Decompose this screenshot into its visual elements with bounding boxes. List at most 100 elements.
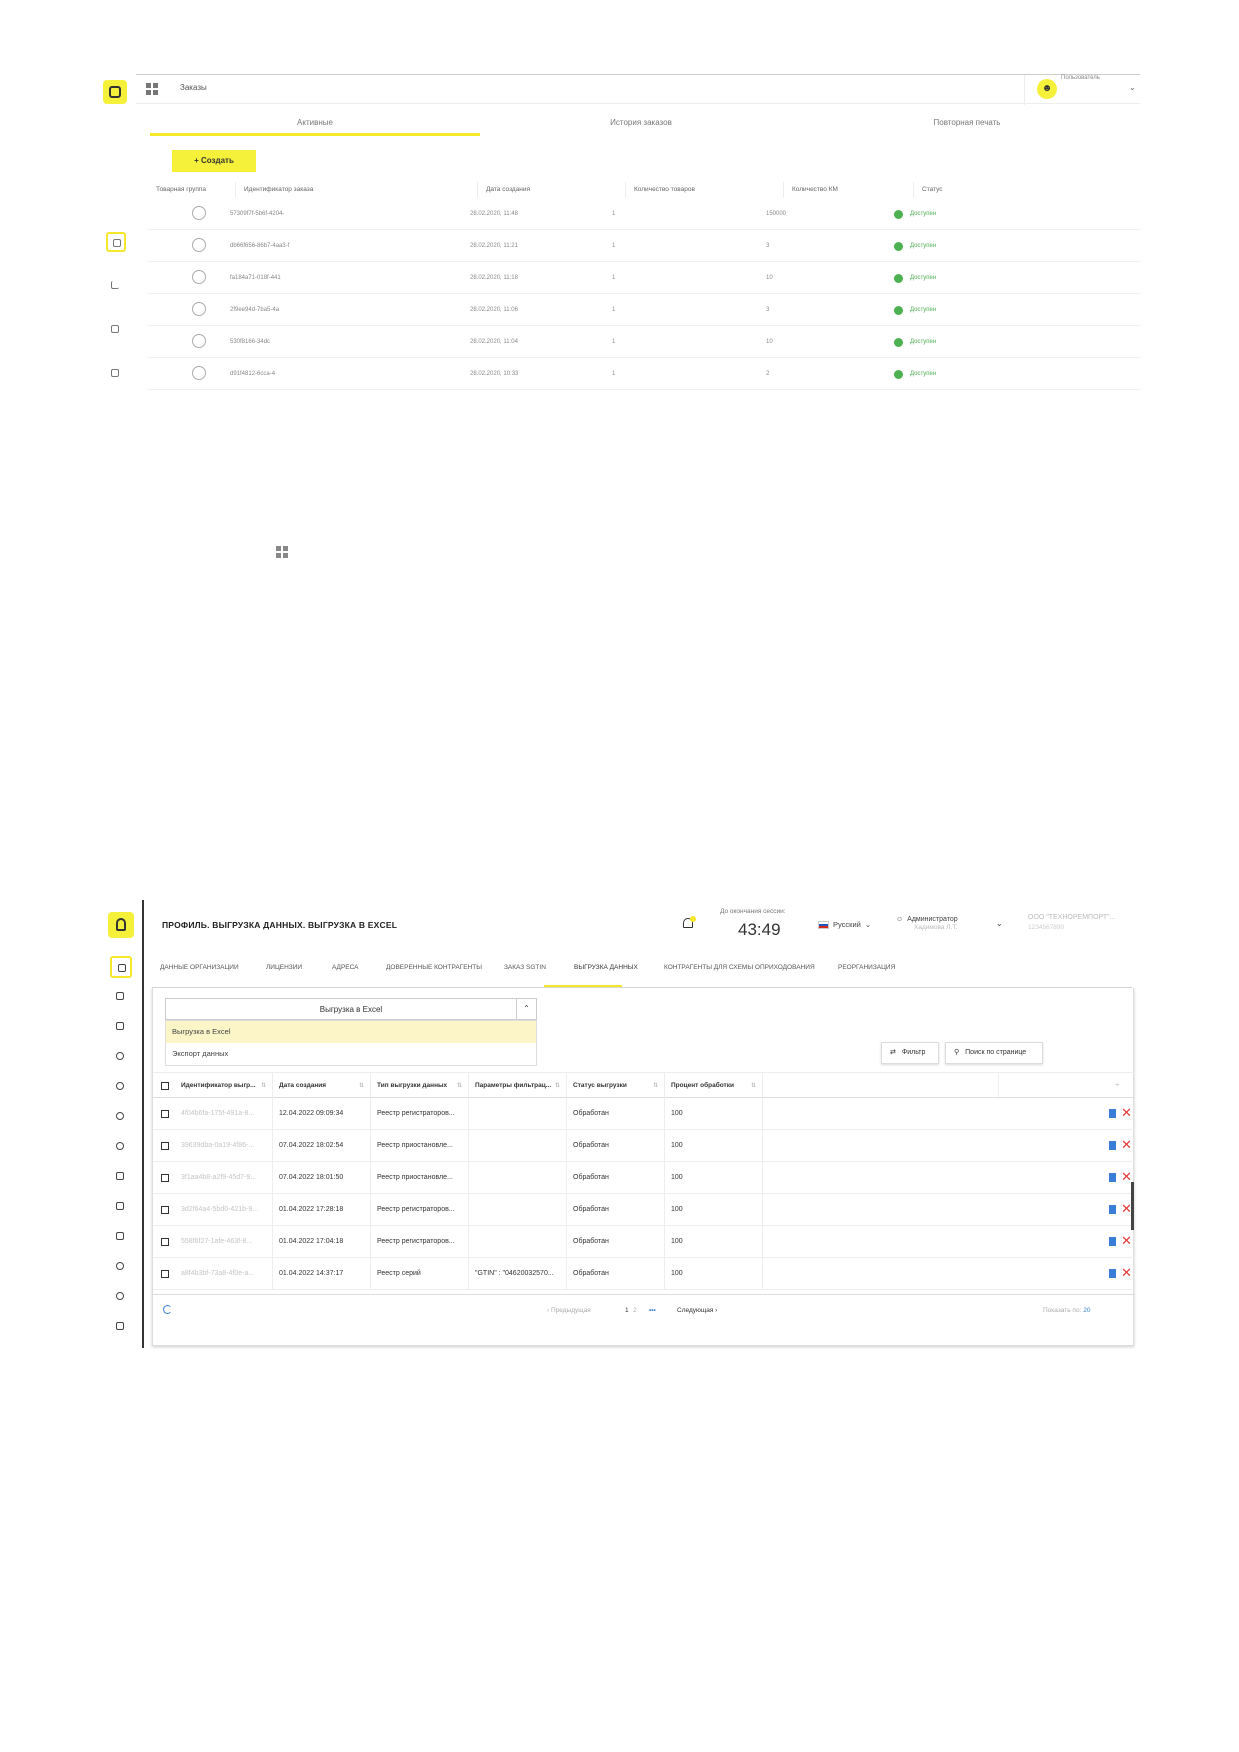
language-select[interactable]: Русский ⌄ [818, 920, 871, 929]
column-header[interactable]: Тип выгрузки данных ⇅ [371, 1073, 469, 1099]
table-row[interactable]: 530f8166-34dc 28.02.2020, 11:04 1 10 Дос… [148, 326, 1140, 358]
table-row[interactable]: fa184a71-018f-441 28.02.2020, 11:18 1 10… [148, 262, 1140, 294]
tab-trusted-partners[interactable]: ДОВЕРЕННЫЕ КОНТРАГЕНТЫ [386, 964, 482, 971]
column-header[interactable]: Идентификатор выгр... ⇅ [175, 1073, 273, 1099]
column-header[interactable]: Параметры фильтрац... ⇅ [469, 1073, 567, 1099]
tab-addresses[interactable]: АДРЕСА [332, 964, 359, 971]
refresh-icon[interactable] [163, 1305, 172, 1314]
apps-grid-icon[interactable] [146, 83, 158, 95]
create-button[interactable]: + Создать [172, 150, 256, 172]
select-all-checkbox[interactable] [161, 1082, 169, 1090]
column-header[interactable]: Статус [914, 182, 1140, 198]
bell-icon[interactable] [680, 916, 696, 932]
document-icon[interactable] [110, 1166, 132, 1188]
link-icon[interactable] [110, 1076, 132, 1098]
delete-icon[interactable]: ✕ [1121, 1232, 1132, 1250]
package-icon[interactable] [110, 1016, 132, 1038]
delete-icon[interactable]: ✕ [1121, 1136, 1132, 1154]
pills-icon[interactable] [110, 1046, 132, 1068]
column-header[interactable]: Идентификатор заказа [236, 182, 478, 198]
calendar-icon[interactable] [110, 1226, 132, 1248]
gear-icon[interactable] [110, 1286, 132, 1308]
filter-button[interactable]: ⇄ Фильтр [881, 1042, 939, 1064]
user-menu[interactable]: ☻ Пользователь ⌄ [1024, 75, 1140, 105]
nav-grid-icon[interactable] [106, 364, 126, 384]
product-group-icon [192, 302, 206, 316]
sort-icon: ⇅ [554, 1083, 560, 1089]
download-file-icon[interactable] [1109, 1205, 1116, 1214]
column-header[interactable]: Дата создания [478, 182, 626, 198]
download-file-icon[interactable] [1109, 1269, 1116, 1278]
row-checkbox[interactable] [161, 1270, 169, 1278]
page-next-number[interactable]: 2 [633, 1295, 637, 1327]
nav-chart-icon[interactable] [106, 276, 126, 296]
next-page-button[interactable]: Следующая › [677, 1295, 717, 1327]
column-header[interactable]: Статус выгрузки ⇅ [567, 1073, 665, 1099]
row-checkbox[interactable] [161, 1174, 169, 1182]
prev-page-button[interactable]: ‹ Предыдущая [547, 1295, 591, 1327]
download-file-icon[interactable] [1109, 1141, 1116, 1150]
user-icon[interactable] [110, 1136, 132, 1158]
export-type: Реестр регистраторов... [371, 1226, 469, 1258]
grid-icon[interactable] [110, 1196, 132, 1218]
table-row[interactable]: 3d2f64a4-5bd0-421b-9... 01.04.2022 17:28… [153, 1194, 1135, 1226]
table-row[interactable]: d91f4812-6cca-4 28.02.2020, 10:33 1 2 До… [148, 358, 1140, 390]
home-icon[interactable] [110, 956, 132, 978]
export-type: Реестр приостановле... [371, 1162, 469, 1194]
nav-list-icon[interactable] [106, 320, 126, 340]
column-header[interactable]: Количество КМ [784, 182, 914, 198]
more-pages-icon[interactable]: ••• [649, 1295, 656, 1327]
row-checkbox[interactable] [161, 1110, 169, 1118]
sort-icon: ⇅ [358, 1083, 364, 1089]
download-file-icon[interactable] [1109, 1109, 1116, 1118]
table-row[interactable]: 3f1aa4b8-a2f9-45d7-9... 07.04.2022 18:01… [153, 1162, 1135, 1194]
row-checkbox[interactable] [161, 1238, 169, 1246]
table-row[interactable]: 2f9ee94d-7ba5-4a 28.02.2020, 11:06 1 3 Д… [148, 294, 1140, 326]
chevron-up-icon[interactable]: ⌃ [516, 999, 536, 1019]
logo-icon[interactable] [108, 912, 134, 938]
check-circle-icon [894, 338, 903, 347]
table-row[interactable]: a8f4b3bf-73a8-4f0e-a... 01.04.2022 14:37… [153, 1258, 1135, 1290]
chevron-down-icon[interactable]: ⌄ [996, 919, 1003, 928]
column-header[interactable]: Процент обработки ⇅ [665, 1073, 763, 1099]
download-file-icon[interactable] [1109, 1173, 1116, 1182]
table-scrollbar[interactable] [1131, 1182, 1134, 1230]
tab-history[interactable]: История заказов [476, 116, 806, 136]
tab-org-data[interactable]: ДАННЫЕ ОРГАНИЗАЦИИ [160, 964, 239, 971]
table-row[interactable]: 39639dba-0a19-4f86-... 07.04.2022 18:02:… [153, 1130, 1135, 1162]
settings-box-icon[interactable] [110, 1316, 132, 1338]
user-menu[interactable]: ☺ Администратор [896, 916, 958, 923]
tab-sgtin-order[interactable]: ЗАКАЗ SGTIN [504, 964, 546, 971]
row-checkbox[interactable] [161, 1142, 169, 1150]
process-percent: 100 [665, 1162, 763, 1194]
page-search-button[interactable]: ⚲ Поиск по странице [945, 1042, 1043, 1064]
page-size-select[interactable]: Показать по: 20 [1043, 1295, 1090, 1327]
add-column-button[interactable]: + [999, 1073, 1135, 1099]
tab-reorganization[interactable]: РЕОРГАНИЗАЦИЯ [838, 964, 895, 971]
tab-licenses[interactable]: ЛИЦЕНЗИИ [266, 964, 302, 971]
logo-icon[interactable] [103, 80, 127, 104]
table-row[interactable]: 57309f7f-5b6f-4204- 28.02.2020, 11:48 1 … [148, 198, 1140, 230]
tab-receipt-partners[interactable]: КОНТРАГЕНТЫ ДЛЯ СХЕМЫ ОПРИХОДОВАНИЯ [664, 964, 815, 971]
column-header[interactable]: Дата создания ⇅ [273, 1073, 371, 1099]
tab-active[interactable]: Активные [150, 116, 480, 136]
page-current[interactable]: 1 [625, 1295, 629, 1327]
option-export[interactable]: Экспорт данных [166, 1043, 536, 1065]
tab-reprint[interactable]: Повторная печать [802, 116, 1132, 136]
delete-icon[interactable]: ✕ [1121, 1264, 1132, 1282]
download-file-icon[interactable] [1109, 1237, 1116, 1246]
box-icon[interactable] [110, 986, 132, 1008]
option-excel[interactable]: Выгрузка в Excel [166, 1021, 536, 1043]
table-row[interactable]: 558f6f27-1afe-463f-8... 01.04.2022 17:04… [153, 1226, 1135, 1258]
export-type-select[interactable]: Выгрузка в Excel ⌃ [165, 998, 537, 1020]
column-header[interactable]: Количество товаров [626, 182, 784, 198]
row-checkbox[interactable] [161, 1206, 169, 1214]
column-header[interactable]: Товарная группа [148, 182, 236, 198]
history-icon[interactable] [110, 1106, 132, 1128]
delete-icon[interactable]: ✕ [1121, 1104, 1132, 1122]
nav-orders-icon[interactable] [106, 232, 126, 252]
table-row[interactable]: 4f04b6fa-175f-491a-8... 12.04.2022 09:09… [153, 1098, 1135, 1130]
table-row[interactable]: db66f656-86b7-4aa3-f 28.02.2020, 11:21 1… [148, 230, 1140, 262]
tab-data-export[interactable]: ВЫГРУЗКА ДАННЫХ [574, 964, 638, 971]
globe-icon[interactable] [110, 1256, 132, 1278]
